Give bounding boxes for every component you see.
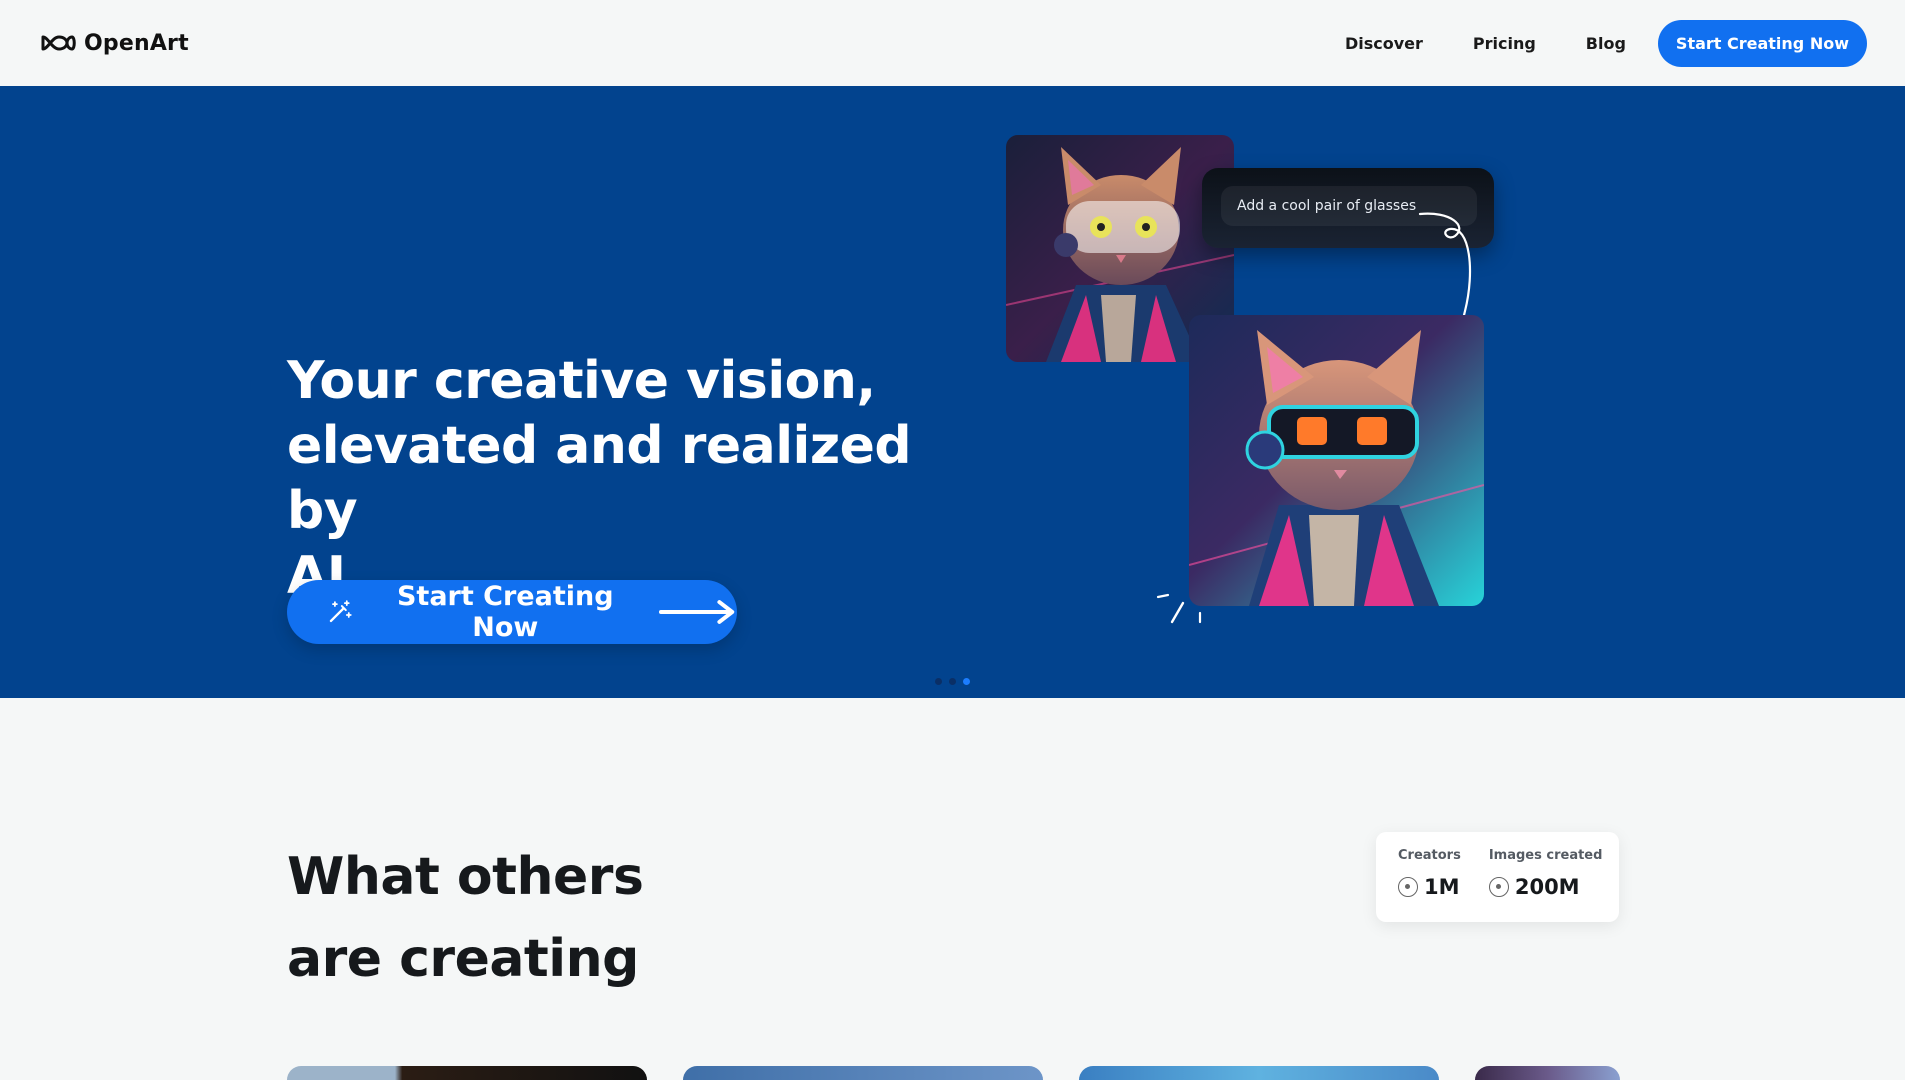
section-title-line-1: What others xyxy=(287,847,644,907)
stat-label: Images created xyxy=(1488,848,1603,863)
carousel-dot-3[interactable] xyxy=(963,678,970,685)
hero-banner: Your creative vision, elevated and reali… xyxy=(0,86,1905,698)
nav-pricing-link[interactable]: Pricing xyxy=(1473,34,1536,53)
arrow-right-icon xyxy=(658,600,735,624)
stat-images-created: Images created 200M xyxy=(1488,848,1603,922)
stat-label: Creators xyxy=(1398,848,1461,863)
gallery-thumbnail[interactable] xyxy=(287,1066,647,1080)
carousel-dot-1[interactable] xyxy=(935,678,942,685)
hero-title-line-1: Your creative vision, xyxy=(287,351,876,411)
top-navbar: OpenArt Discover Pricing Blog Start Crea… xyxy=(0,0,1905,86)
hero-start-creating-button[interactable]: Start Creating Now xyxy=(287,580,737,644)
hero-title-line-2: elevated and realized by xyxy=(287,416,912,541)
nav-discover-link[interactable]: Discover xyxy=(1345,34,1423,53)
stats-card: Creators 1M Images created 200M xyxy=(1376,832,1619,922)
stat-value: 1M xyxy=(1424,875,1460,899)
carousel-dots xyxy=(935,678,970,685)
magic-wand-icon xyxy=(329,600,352,623)
nav-blog-link[interactable]: Blog xyxy=(1586,34,1626,53)
circle-dot-icon xyxy=(1488,877,1509,897)
openart-logo[interactable]: OpenArt xyxy=(40,29,189,57)
stat-creators: Creators 1M xyxy=(1398,848,1461,922)
nav-menu: Discover Pricing Blog Start Creating Now xyxy=(1345,20,1867,67)
gallery-strip xyxy=(287,1066,1620,1080)
logo-text: OpenArt xyxy=(84,30,189,56)
gallery-thumbnail[interactable] xyxy=(683,1066,1043,1080)
gallery-thumbnail[interactable] xyxy=(1079,1066,1439,1080)
carousel-dot-2[interactable] xyxy=(949,678,956,685)
hero-cta-label: Start Creating Now xyxy=(396,581,614,643)
header-start-creating-button[interactable]: Start Creating Now xyxy=(1657,20,1867,67)
gallery-thumbnail[interactable] xyxy=(1475,1066,1620,1080)
circle-dot-icon xyxy=(1398,877,1418,897)
sparkle-icon xyxy=(1156,593,1202,624)
section-title-line-2: are creating xyxy=(287,929,639,989)
infinity-logo-icon xyxy=(41,35,76,51)
stat-value: 200M xyxy=(1514,875,1580,899)
cat-after-image xyxy=(1189,315,1484,606)
section-title: What others are creating xyxy=(287,836,644,1000)
hero-title: Your creative vision, elevated and reali… xyxy=(287,349,967,609)
